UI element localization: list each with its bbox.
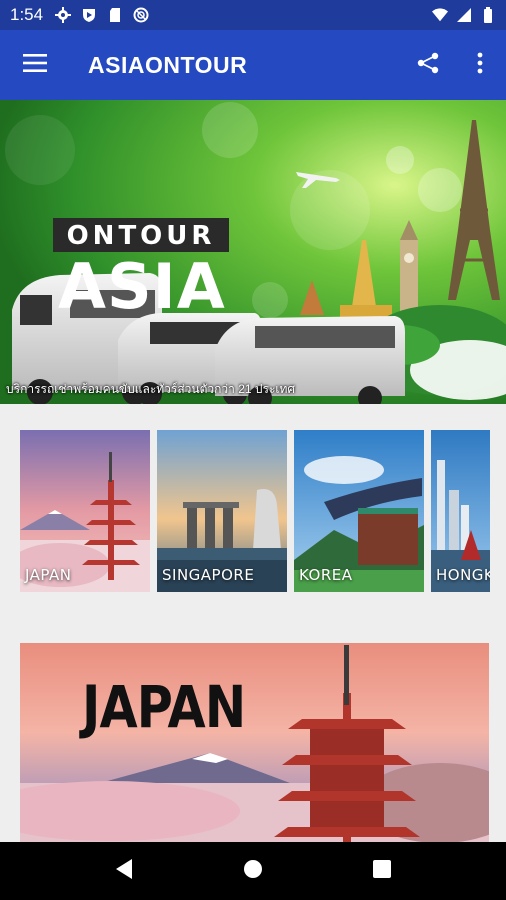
signal-icon	[456, 7, 472, 23]
hero-logo-top: ASIA	[58, 250, 226, 323]
destination-label: SINGAPORE	[162, 566, 255, 584]
wifi-icon	[432, 7, 448, 23]
featured-banner-japan[interactable]: JAPAN	[20, 643, 489, 843]
destination-label: HONGKONG	[436, 566, 490, 584]
hero-logo-bottom: ONTOUR	[67, 221, 216, 251]
shield-icon	[81, 7, 97, 23]
destination-carousel[interactable]: JAPAN SINGAPORE KOREA HONGK	[20, 430, 490, 592]
system-nav-bar	[0, 842, 506, 900]
no-disturb-icon	[133, 7, 149, 23]
home-icon	[243, 859, 263, 884]
more-options-button[interactable]	[454, 30, 506, 100]
gear-icon	[55, 7, 72, 23]
back-icon	[114, 858, 134, 885]
recents-icon	[372, 859, 392, 884]
more-vert-icon	[477, 52, 483, 79]
battery-icon	[480, 7, 496, 23]
destination-card-singapore[interactable]: SINGAPORE	[157, 430, 287, 592]
status-time: 1:54	[10, 5, 44, 24]
hamburger-menu-icon	[23, 53, 47, 77]
app-title: ASIAONTOUR	[88, 51, 248, 78]
destination-label: KOREA	[299, 566, 353, 584]
recents-button[interactable]	[352, 842, 412, 900]
featured-title: JAPAN	[82, 673, 246, 741]
home-button[interactable]	[223, 842, 283, 900]
hero-banner[interactable]: ONTOUR ASIA บริการรถเช่าพร้อมคนขับและทัว…	[0, 100, 506, 404]
hero-caption: บริการรถเช่าพร้อมคนขับและทัวร์ส่วนตัวกว่…	[6, 382, 296, 396]
back-button[interactable]	[94, 842, 154, 900]
destination-label: JAPAN	[25, 566, 72, 584]
destination-card-japan[interactable]: JAPAN	[20, 430, 150, 592]
menu-button[interactable]	[0, 30, 70, 100]
share-button[interactable]	[402, 30, 454, 100]
app-bar: ASIAONTOUR	[0, 30, 506, 100]
share-icon	[416, 51, 440, 80]
status-bar: 1:54	[0, 0, 506, 30]
sd-card-icon	[107, 7, 123, 23]
destination-card-korea[interactable]: KOREA	[294, 430, 424, 592]
destination-card-hongkong[interactable]: HONGKONG	[431, 430, 490, 592]
